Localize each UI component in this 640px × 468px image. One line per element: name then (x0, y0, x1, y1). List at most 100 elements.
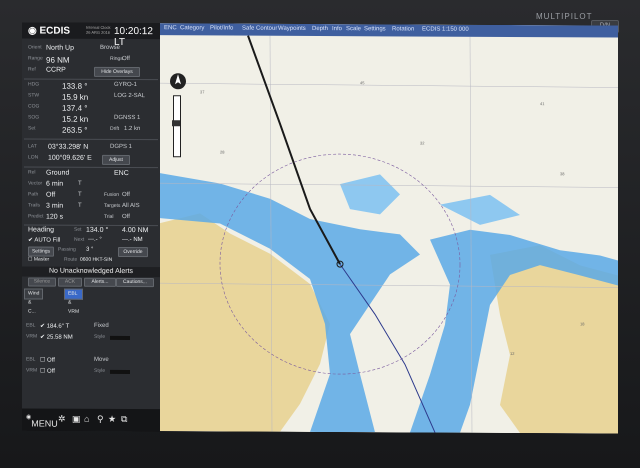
ap-set-value: 134.0 ° (86, 226, 109, 234)
trails-value[interactable]: 3 min (46, 203, 63, 210)
chart-tab[interactable]: Safe Contour (242, 26, 277, 32)
chart-tab[interactable]: Info (332, 26, 342, 32)
svg-text:18: 18 (580, 321, 585, 326)
ap-settings-button[interactable]: Settings (28, 246, 54, 257)
alert-buttons: Silence ACK Alerts... Cautions... (22, 277, 160, 289)
ref-row[interactable]: Ref CCRP Hide Overlays (22, 66, 160, 78)
stw-source[interactable]: LOG 2-SAL (114, 93, 145, 99)
master-checkbox[interactable]: ☐ Master (28, 256, 49, 262)
passing-value[interactable]: 3 ° (86, 247, 93, 253)
ap-next-value: ---.- ° (88, 236, 102, 243)
path-value[interactable]: Off (46, 192, 55, 199)
zoom-handle[interactable] (172, 120, 180, 127)
svg-text:45: 45 (360, 80, 365, 85)
predict-value[interactable]: 120 s (46, 214, 63, 221)
svg-text:12: 12 (510, 351, 515, 356)
divider (24, 166, 158, 169)
adjust-button[interactable]: Adjust (102, 154, 130, 166)
cog-value: 137.4 ° (62, 103, 88, 113)
heading-label: Heading (28, 226, 55, 234)
star-icon[interactable]: ★ (108, 414, 116, 425)
ebl1-row[interactable]: EBL ✔ 184.6° T Fixed (22, 322, 160, 334)
tab-wind[interactable]: Wind & C... (24, 288, 44, 315)
vector-row[interactable]: Vector 6 min T (22, 180, 160, 192)
app-title: ◉ ECDIS (28, 25, 71, 37)
rel-row[interactable]: Rel Ground ENC (22, 169, 160, 181)
brand-label: MULTIPILOT (536, 12, 593, 21)
chart-tab[interactable]: ENC (164, 25, 177, 31)
grid-icon[interactable]: ▣ (72, 414, 81, 425)
menu-button[interactable]: ◉ MENU (26, 413, 58, 428)
bottom-toolbar: ◉ MENU ✲ ▣ ⌂ ⚲ ★ ⧉ (22, 408, 160, 432)
route-name: 0600 HKT-SIN (80, 256, 113, 263)
vrm1-row[interactable]: VRM ✔ 25.58 NM Style (22, 333, 160, 345)
chart-tab[interactable]: Category (180, 25, 204, 31)
autofill-checkbox[interactable]: ✔ AUTO Fill (28, 236, 60, 243)
cautions-button[interactable]: Cautions... (116, 277, 154, 288)
rings-value[interactable]: Off (122, 56, 130, 62)
electronic-chart[interactable]: 37 45 41 32 28 38 12 18 ENC Category Pilot/In… (160, 23, 618, 434)
chart-tab[interactable]: Settings (364, 26, 386, 32)
title-bar: ◉ ECDIS Internal Clock 26 ARG 2016 10:20:… (22, 22, 160, 48)
clock-info: Internal Clock 26 ARG 2016 (86, 24, 111, 35)
chart-type-value[interactable]: ENC (114, 170, 129, 177)
lon-value: 100°09.626' E (48, 154, 92, 162)
pos-source[interactable]: DGPS 1 (110, 144, 132, 150)
ebl2-row[interactable]: EBL ☐ Off Move (22, 356, 160, 368)
path-row[interactable]: Path Off T Fusion Off (22, 191, 160, 203)
tab-ebl-vrm[interactable]: EBL & VRM (64, 288, 84, 315)
vrm2-row[interactable]: VRM ☐ Off Style (22, 367, 160, 379)
cog-row: COG 137.4 ° (28, 103, 88, 113)
ref-value[interactable]: CCRP (46, 67, 66, 74)
hdg-source[interactable]: GYRO-1 (114, 82, 137, 88)
style-swatch[interactable] (110, 369, 130, 375)
orient-row[interactable]: Orient North Up Browse (22, 44, 160, 56)
vector-value[interactable]: 6 min (46, 181, 63, 188)
ebl2-mode[interactable]: Move (94, 357, 109, 363)
ack-button[interactable]: ACK (58, 277, 82, 287)
rel-value[interactable]: Ground (46, 170, 69, 177)
motion-value[interactable]: Browse (100, 45, 120, 51)
north-arrow-icon[interactable] (168, 71, 188, 96)
chart-canvas[interactable]: 37 45 41 32 28 38 12 18 (160, 23, 618, 434)
orient-value[interactable]: North Up (46, 45, 74, 52)
ebl2-value[interactable]: ☐ Off (40, 357, 55, 364)
alerts-button[interactable]: Alerts... (84, 277, 116, 287)
override-button[interactable]: Override (118, 246, 148, 258)
dual-icon[interactable]: ⧉ (121, 414, 127, 425)
range-value[interactable]: 96 NM (46, 56, 70, 65)
trails-row[interactable]: Trails 3 min T Targets All AIS (22, 202, 160, 214)
chart-tab[interactable]: Pilot/Info (210, 25, 233, 31)
trial-value[interactable]: Off (122, 214, 130, 220)
chart-tab[interactable]: Rotation (392, 26, 414, 32)
alert-status: No Unacknowledged Alerts (22, 266, 160, 278)
vrm2-value[interactable]: ☐ Off (40, 368, 55, 375)
screen: ◉ ECDIS Internal Clock 26 ARG 2016 10:20:… (22, 22, 618, 434)
drift-value: 1.2 kn (124, 125, 141, 133)
divider (24, 138, 158, 141)
hdg-value: 133.8 ° (62, 81, 88, 91)
chart-tab[interactable]: Scale (346, 26, 361, 32)
home-icon[interactable]: ⌂ (84, 414, 89, 424)
zoom-slider[interactable] (172, 95, 181, 158)
ebl1-value[interactable]: ✔ 184.6° T (40, 323, 69, 330)
predict-row[interactable]: Predict 120 s Trial Off (22, 213, 160, 225)
sog-source[interactable]: DGNSS 1 (114, 115, 140, 121)
hide-overlays-button[interactable]: Hide Overlays (94, 66, 140, 78)
lat-row: LAT 03°33.298' N DGPS 1 (28, 143, 133, 151)
chart-tab[interactable]: Depth (312, 26, 328, 32)
silence-button[interactable]: Silence (28, 277, 56, 287)
chart-tab[interactable]: Waypoints (278, 26, 306, 32)
range-row[interactable]: Range 96 NM Rings Off (22, 55, 160, 67)
ap-next-dist: ---.- NM (122, 236, 143, 244)
search-icon[interactable]: ⚲ (97, 414, 104, 425)
chart-toolbar: ENC Category Pilot/Info Safe Contour Way… (160, 23, 618, 38)
svg-text:28: 28 (220, 149, 225, 154)
vrm1-value[interactable]: ✔ 25.58 NM (40, 334, 73, 341)
settings-gear-icon[interactable]: ✲ (58, 414, 66, 425)
style-swatch[interactable] (110, 335, 130, 341)
set-value: 263.5 ° (62, 125, 88, 135)
ebl1-mode[interactable]: Fixed (94, 323, 109, 329)
targets-value[interactable]: All AIS (122, 203, 140, 209)
fusion-value[interactable]: Off (122, 192, 130, 198)
